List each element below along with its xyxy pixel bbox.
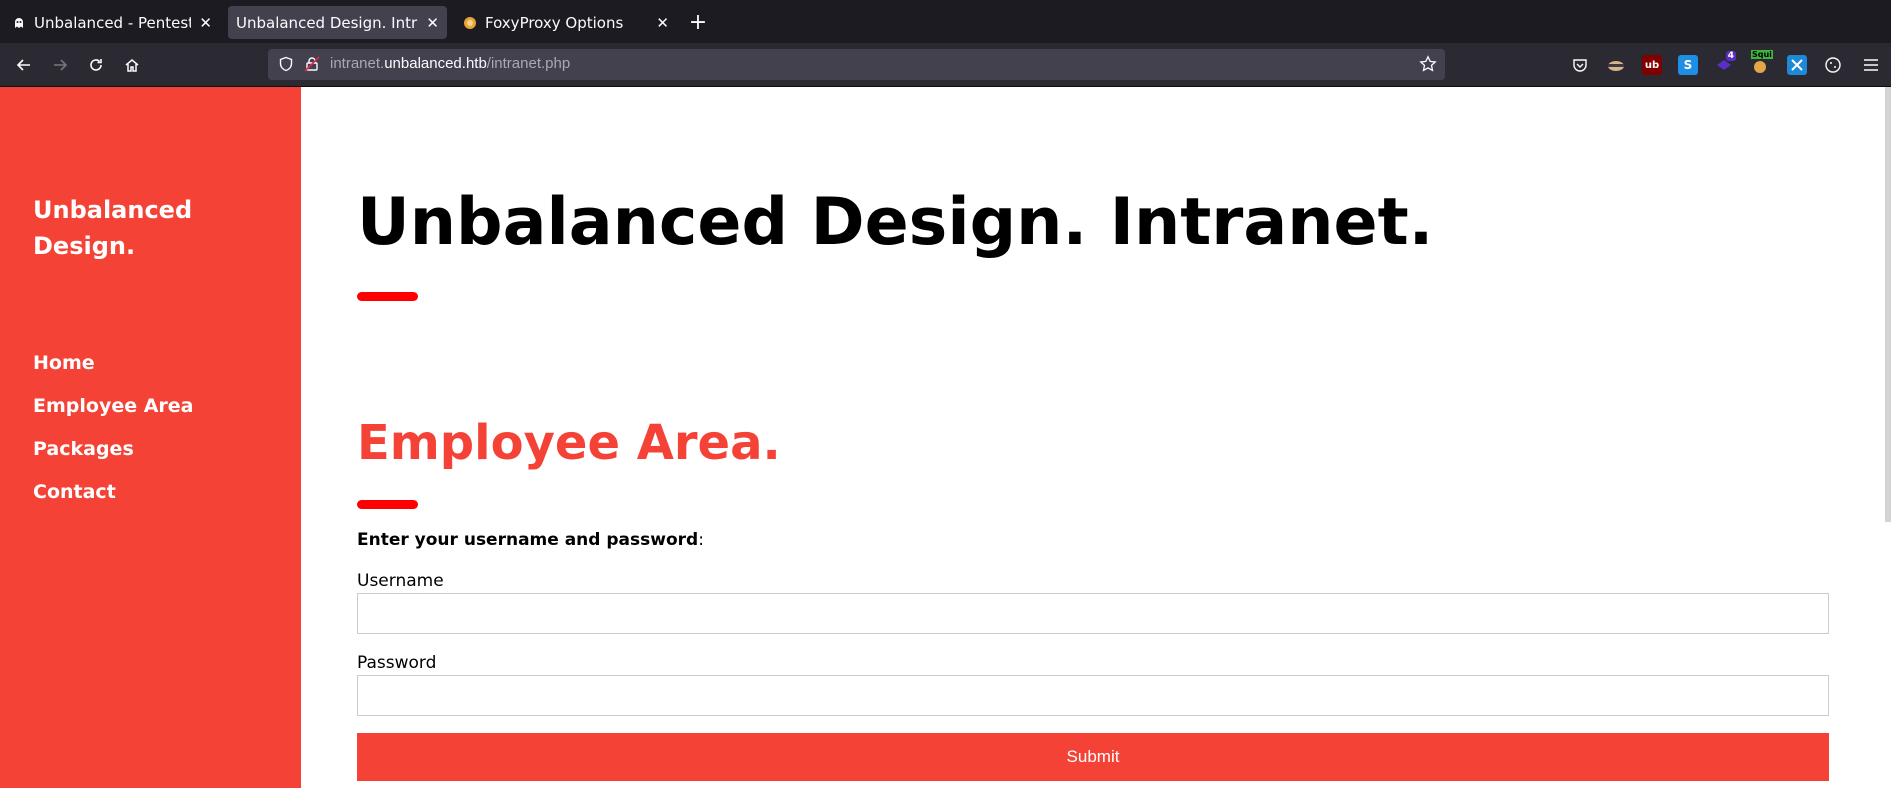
- bookmark-star-icon[interactable]: [1419, 55, 1437, 77]
- wappalyzer-badge: 4: [1725, 51, 1736, 61]
- login-prompt: Enter your username and password:: [357, 530, 704, 550]
- new-tab-icon[interactable]: +: [685, 8, 711, 36]
- close-tab-icon[interactable]: ✕: [656, 14, 669, 32]
- section-divider: [357, 500, 418, 509]
- username-label: Username: [357, 571, 444, 591]
- title-divider: [357, 292, 418, 301]
- sidebar-item-employee-area[interactable]: Employee Area: [33, 395, 194, 417]
- squirrel-icon[interactable]: Squi: [1750, 50, 1773, 75]
- foxyproxy-icon: [463, 16, 477, 30]
- reload-icon[interactable]: [83, 52, 109, 78]
- ghost-icon: [12, 16, 26, 30]
- sidebar-item-contact[interactable]: Contact: [33, 481, 116, 503]
- url-text[interactable]: intranet.unbalanced.htb/intranet.php: [330, 55, 570, 72]
- home-icon[interactable]: [119, 52, 145, 78]
- tab-foxyproxy-options[interactable]: FoxyProxy Options ✕: [455, 6, 677, 39]
- menu-hamburger-icon[interactable]: [1861, 55, 1881, 75]
- password-label: Password: [357, 653, 437, 673]
- tab-title: FoxyProxy Options: [485, 13, 624, 32]
- ninja-icon[interactable]: [1606, 55, 1626, 75]
- tab-unbalanced-intranet[interactable]: Unbalanced Design. Intranet ✕: [228, 6, 447, 39]
- forward-icon[interactable]: [47, 52, 73, 78]
- insecure-lock-icon[interactable]: [304, 56, 320, 76]
- tab-unbalanced-pentesting[interactable]: Unbalanced - Pentesting ✕: [4, 6, 220, 39]
- squirrel-badge: Squi: [1751, 50, 1773, 59]
- extension-x-icon[interactable]: [1787, 55, 1807, 75]
- close-tab-icon[interactable]: ✕: [199, 14, 212, 32]
- password-input[interactable]: [357, 675, 1829, 716]
- url-domain: unbalanced.htb: [384, 55, 487, 72]
- cookie-icon[interactable]: [1823, 55, 1843, 75]
- login-prompt-bold: Enter your username and password: [357, 530, 699, 550]
- pocket-icon[interactable]: [1570, 55, 1590, 75]
- url-prefix: intranet.: [330, 55, 385, 72]
- username-input[interactable]: [357, 593, 1829, 634]
- address-bar[interactable]: intranet.unbalanced.htb/intranet.php: [268, 49, 1445, 80]
- sidebar-item-home[interactable]: Home: [33, 352, 95, 374]
- login-prompt-tail: :: [698, 530, 704, 550]
- ublock-icon[interactable]: ub: [1642, 55, 1662, 75]
- main-content: Unbalanced Design. Intranet. Employee Ar…: [301, 87, 1891, 788]
- s-extension-badge: S: [1683, 58, 1693, 72]
- sidebar-item-packages[interactable]: Packages: [33, 438, 134, 460]
- section-title: Employee Area.: [357, 415, 781, 471]
- brand-logo-text[interactable]: Unbalanced Design.: [33, 192, 273, 264]
- page-title: Unbalanced Design. Intranet.: [357, 185, 1434, 260]
- tab-title: Unbalanced - Pentesting: [34, 13, 192, 32]
- navigation-toolbar: intranet.unbalanced.htb/intranet.php ub …: [0, 43, 1891, 87]
- s-extension-icon[interactable]: S: [1678, 55, 1698, 75]
- tab-strip: Unbalanced - Pentesting ✕ Unbalanced Des…: [0, 0, 1891, 43]
- submit-button[interactable]: Submit: [357, 733, 1829, 781]
- page-scrollbar[interactable]: [1885, 87, 1891, 522]
- ublock-badge: ub: [1644, 59, 1660, 71]
- tracking-protection-shield-icon[interactable]: [278, 56, 294, 76]
- url-path: /intranet.php: [486, 55, 571, 72]
- back-icon[interactable]: [11, 52, 37, 78]
- close-tab-icon[interactable]: ✕: [426, 14, 439, 32]
- sidebar: Unbalanced Design. Home Employee Area Pa…: [0, 87, 301, 788]
- wappalyzer-icon[interactable]: 4: [1714, 51, 1736, 75]
- tab-title: Unbalanced Design. Intranet: [236, 13, 418, 32]
